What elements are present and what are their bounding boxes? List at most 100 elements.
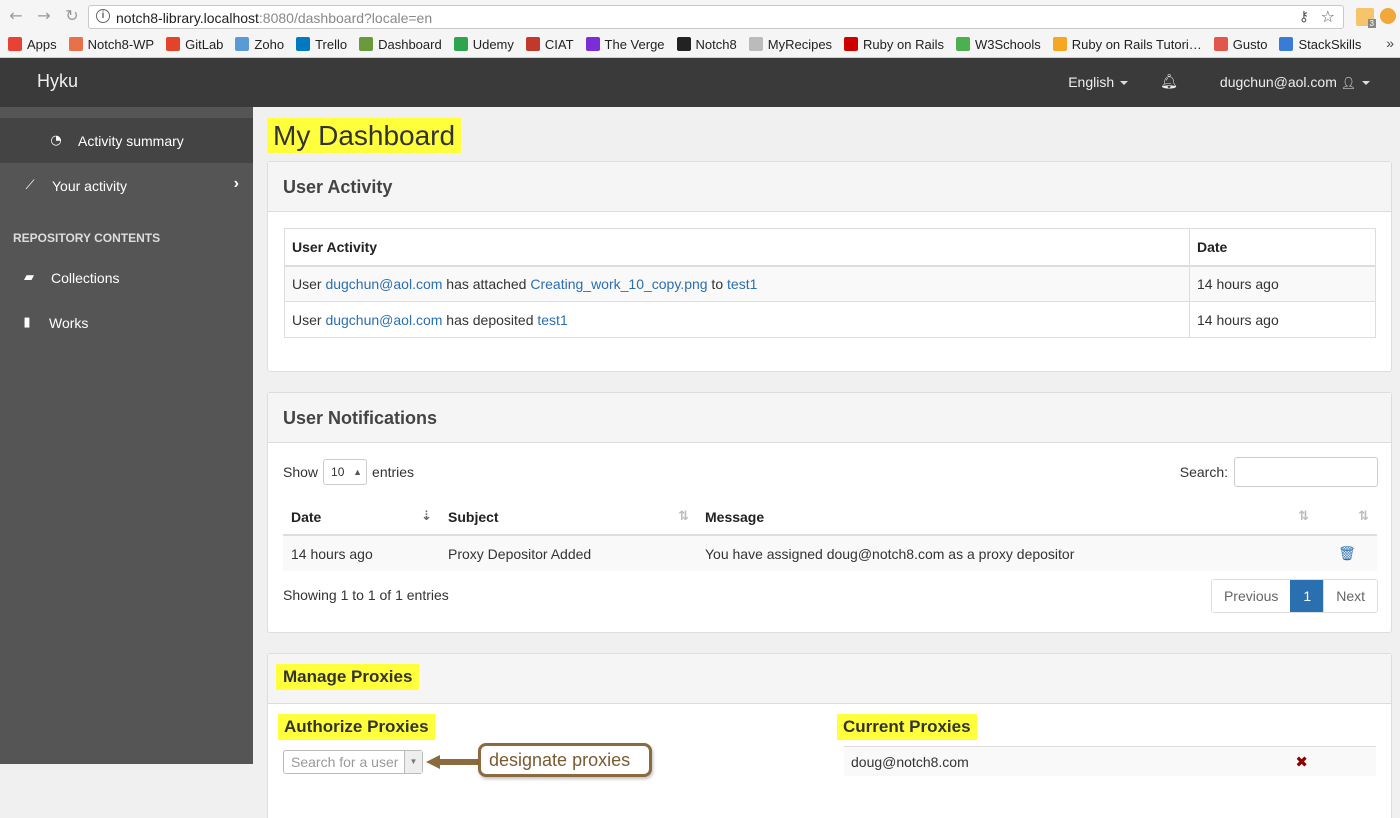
column-header-message[interactable]: Message ⇅	[697, 499, 1317, 536]
udemy-icon	[453, 37, 468, 51]
bookmark-item[interactable]: Gusto	[1213, 36, 1268, 52]
bookmark-item[interactable]: Zoho	[235, 37, 284, 52]
bookmark-item[interactable]: Notch8	[676, 37, 737, 52]
search-input[interactable]	[1234, 457, 1378, 487]
work-link[interactable]: test1	[537, 312, 567, 328]
activity-cell: User dugchun@aol.com has attached Creati…	[284, 265, 1190, 302]
column-header-date[interactable]: Date ⇣	[283, 499, 440, 536]
bookmarks-more-icon[interactable]: »	[1386, 35, 1394, 51]
chevron-right-icon: ›	[233, 175, 239, 192]
user-search-select[interactable]: Search for a user ▼	[283, 750, 423, 774]
bookmark-item[interactable]: Dashboard	[359, 37, 442, 52]
bell-icon[interactable]: 🔔︎	[1160, 74, 1178, 90]
user-notifications-panel: User Notifications Show 10 ▲ entries Sear…	[267, 392, 1392, 633]
brand-logo[interactable]: Hyku	[37, 71, 78, 92]
callout-annotation: designate proxies	[478, 743, 652, 777]
key-icon[interactable]: ⚷	[1299, 8, 1309, 25]
panel-title: User Notifications	[283, 408, 438, 428]
sidebar-item-label: Collections	[51, 269, 120, 286]
actions-cell: 🗑︎	[1317, 535, 1377, 571]
column-header-actions[interactable]: ⇅	[1317, 499, 1377, 536]
table-info: Showing 1 to 1 of 1 entries	[283, 587, 449, 603]
next-button[interactable]: Next	[1323, 580, 1377, 612]
sidebar-item-collections[interactable]: ▰ Collections	[0, 255, 253, 300]
dashboard-gauge-icon: ◔	[50, 133, 62, 148]
bookmark-label: Zoho	[254, 36, 285, 52]
user-link[interactable]: dugchun@aol.com	[325, 312, 442, 328]
bookmark-item[interactable]: GitLab	[166, 37, 223, 52]
forward-icon[interactable]: →	[34, 6, 54, 26]
bookmark-label: Gusto	[1232, 36, 1268, 52]
user-activity-panel: User Activity User Activity Date User du…	[267, 161, 1392, 372]
remove-proxy-icon[interactable]: ✖	[1295, 747, 1308, 777]
bookmark-item[interactable]: Ruby on Rails	[844, 37, 944, 52]
column-header-subject[interactable]: Subject ⇅	[440, 499, 697, 536]
sidebar-item-label: Activity summary	[78, 132, 184, 149]
sidebar-item-your-activity[interactable]: ⟋ Your activity ›	[0, 163, 253, 208]
sidebar-item-label: Your activity	[52, 177, 127, 194]
column-header-label: Message	[705, 508, 765, 525]
trash-icon[interactable]: 🗑︎	[1338, 546, 1356, 562]
bookmark-item[interactable]: Apps	[8, 37, 57, 52]
table-search: Search:	[1180, 457, 1378, 487]
zoho-icon	[235, 37, 250, 51]
extensions: 3	[1356, 8, 1396, 28]
line-chart-icon: ⟋	[25, 178, 35, 193]
wordpress-icon	[68, 37, 83, 51]
bookmark-item[interactable]: CIAT	[525, 37, 574, 52]
profile-extension-icon[interactable]	[1380, 8, 1396, 24]
gusto-icon	[1213, 37, 1228, 51]
file-link[interactable]: Creating_work_10_copy.png	[530, 276, 707, 292]
show-label: Show	[283, 464, 319, 480]
callout-arrow-icon	[426, 755, 484, 769]
bookmark-label: The Verge	[604, 36, 665, 52]
sidebar-item-activity-summary[interactable]: ◔ Activity summary	[0, 118, 253, 163]
bookmark-item[interactable]: StackSkills	[1279, 37, 1361, 52]
language-dropdown[interactable]: English	[1068, 74, 1129, 90]
activity-text: has deposited	[442, 311, 538, 328]
sidebar-item-works[interactable]: ▮ Works	[0, 300, 253, 345]
page-title: My Dashboard	[267, 118, 462, 153]
bookmark-label: W3Schools	[974, 36, 1041, 52]
bookmark-item[interactable]: MyRecipes	[748, 37, 832, 52]
column-header-label: Subject	[448, 508, 499, 525]
reload-icon[interactable]: ↻	[62, 6, 82, 26]
bookmark-item[interactable]: The Verge	[585, 36, 665, 52]
navbar-right: English 🔔︎ dugchun@aol.com 👤︎	[1068, 74, 1370, 90]
panel-title: User Activity	[283, 177, 393, 197]
proxy-list-item: doug@notch8.com ✖	[844, 746, 1376, 776]
bookmark-label: Apps	[27, 36, 57, 52]
entries-select[interactable]: 10 ▲	[323, 459, 368, 485]
bookmark-item[interactable]: Notch8-WP	[68, 36, 155, 52]
authorize-proxies-title: Authorize Proxies	[278, 714, 435, 740]
date-cell: 14 hours ago	[1189, 301, 1376, 338]
url-text[interactable]: notch8-library.localhost:8080/dashboard?…	[116, 10, 432, 26]
sort-desc-icon: ⇣	[421, 509, 432, 524]
activity-text: User	[292, 311, 326, 328]
chevron-down-icon: ▼	[404, 751, 422, 773]
gitlab-icon	[166, 37, 181, 51]
site-info-icon[interactable]: i	[96, 9, 110, 23]
user-link[interactable]: dugchun@aol.com	[325, 276, 442, 292]
extension-icon[interactable]: 3	[1356, 8, 1376, 28]
work-link[interactable]: test1	[727, 276, 757, 292]
bookmark-item[interactable]: W3Schools	[955, 36, 1041, 52]
bookmark-item[interactable]: Udemy	[453, 37, 514, 52]
message-cell: You have assigned doug@notch8.com as a p…	[697, 535, 1317, 571]
language-label: English	[1068, 74, 1115, 90]
manage-proxies-panel: Manage Proxies Authorize Proxies Search …	[267, 653, 1392, 818]
bookmark-star-icon[interactable]: ☆	[1321, 7, 1335, 26]
caret-down-icon	[1362, 81, 1370, 86]
user-menu[interactable]: dugchun@aol.com 👤︎	[1220, 74, 1370, 90]
previous-button[interactable]: Previous	[1211, 580, 1291, 612]
page-1-button[interactable]: 1	[1290, 580, 1324, 612]
sort-icon: ⇅	[678, 509, 689, 524]
address-bar[interactable]: i notch8-library.localhost:8080/dashboar…	[88, 5, 1344, 29]
back-icon[interactable]: ←	[6, 6, 26, 26]
bookmark-item[interactable]: Trello	[296, 37, 347, 52]
github-icon	[676, 37, 691, 51]
bookmark-item[interactable]: Ruby on Rails Tutori…	[1052, 37, 1202, 52]
bookmark-label: Notch8-WP	[87, 36, 155, 52]
tutorial-icon	[1052, 37, 1067, 51]
bookmark-label: Ruby on Rails	[863, 36, 944, 52]
